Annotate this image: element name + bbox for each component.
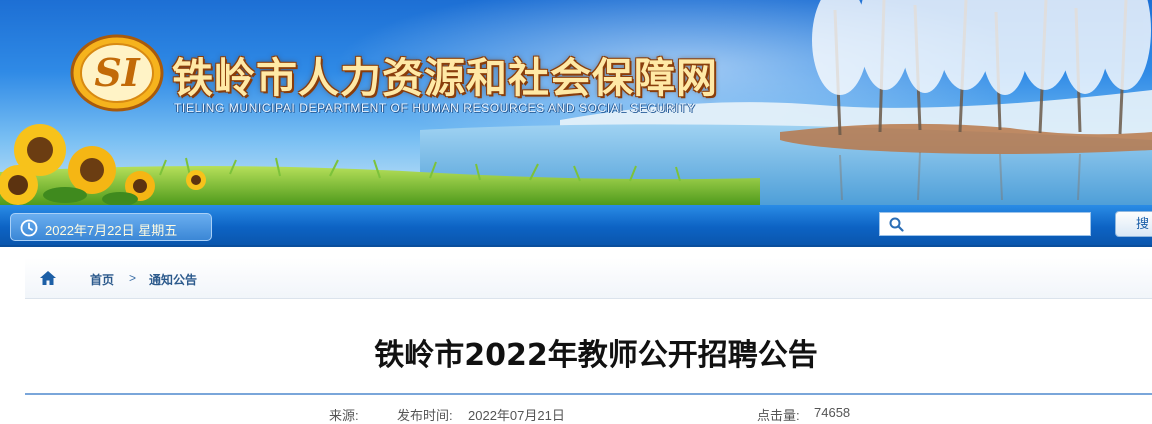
publish-time-label: 发布时间:	[397, 408, 453, 423]
site-title: 铁岭市人力资源和社会保障网	[172, 54, 718, 102]
search-input[interactable]	[910, 215, 1085, 233]
si-logo-icon: SI	[70, 34, 164, 112]
article-title: 铁岭市2022年教师公开招聘公告	[374, 338, 818, 373]
views-label: 点击量:	[757, 408, 800, 423]
search-box[interactable]	[879, 212, 1091, 236]
clock-icon	[20, 219, 38, 237]
title-divider	[25, 393, 1152, 395]
logo-text: SI	[94, 50, 140, 95]
publish-time-value: 2022年07月21日	[468, 408, 565, 423]
page: SI 铁岭市人力资源和社会保障网 TIELING MUNICIPAI DEPAR…	[0, 0, 1152, 424]
breadcrumb-notice-link[interactable]: 通知公告	[149, 271, 197, 288]
breadcrumb: 首页 > 通知公告	[25, 258, 1152, 299]
breadcrumb-home-link[interactable]: 首页	[90, 271, 114, 288]
search-button[interactable]: 搜	[1115, 211, 1152, 237]
source-label: 来源:	[329, 408, 359, 423]
date-display: 2022年7月22日 星期五	[10, 213, 212, 241]
views-count: 74658	[814, 405, 851, 420]
breadcrumb-separator: >	[129, 271, 137, 285]
site-subtitle: TIELING MUNICIPAI DEPARTMENT OF HUMAN RE…	[174, 101, 696, 115]
site-banner: SI 铁岭市人力资源和社会保障网 TIELING MUNICIPAI DEPAR…	[0, 0, 1152, 205]
search-icon	[889, 217, 904, 232]
home-icon[interactable]	[39, 270, 57, 286]
current-date: 2022年7月22日 星期五	[45, 223, 178, 238]
